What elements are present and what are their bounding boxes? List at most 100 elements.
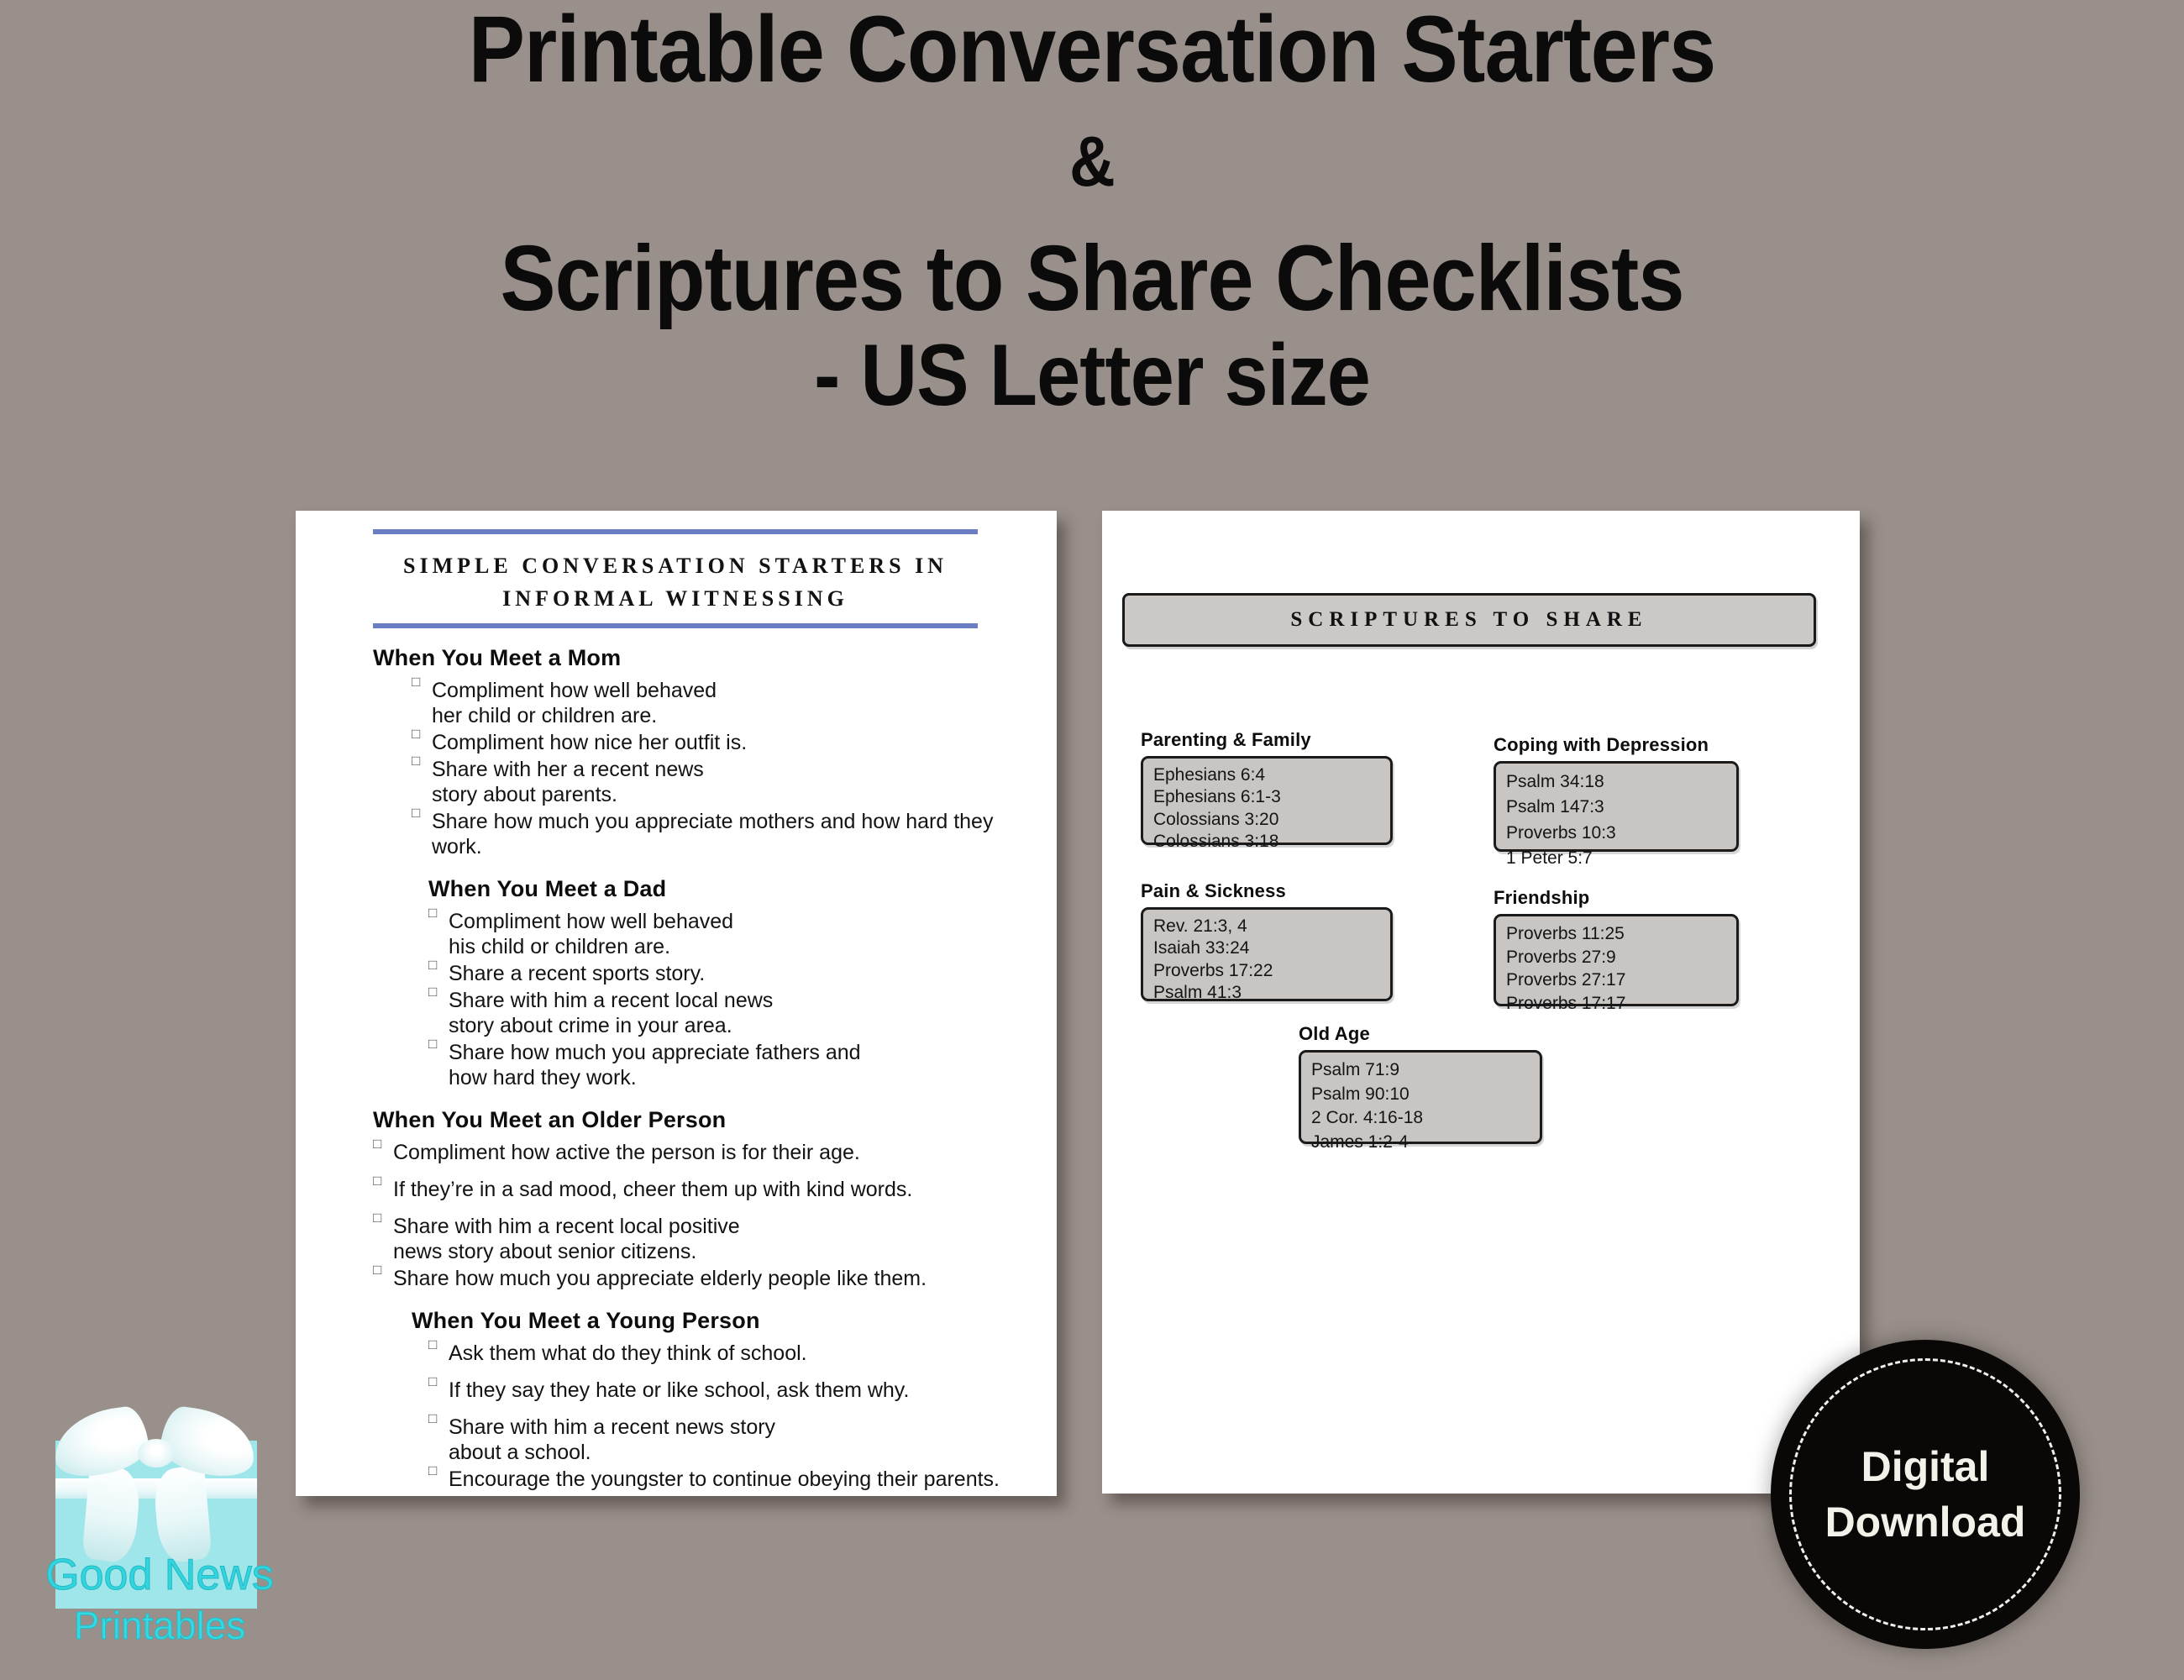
page-title: Printable Conversation Starters & Script… xyxy=(0,0,2184,420)
verse-reference: Proverbs 11:25 xyxy=(1506,924,1625,943)
verse-reference: Proverbs 27:17 xyxy=(1506,970,1626,990)
category-old-age: Old Age Psalm 71:9 Psalm 90:10 2 Cor. 4:… xyxy=(1299,1023,1542,1152)
left-page-content: SIMPLE CONVERSATION STARTERS IN INFORMAL… xyxy=(373,529,1045,1494)
checklist-item[interactable]: □ If they say they hate or like school, a… xyxy=(428,1373,1045,1403)
checklist-item[interactable]: □ Compliment how active the person is for… xyxy=(373,1136,1045,1165)
verse-reference: Psalm 147:3 xyxy=(1506,797,1604,817)
divider-bottom xyxy=(373,623,978,628)
brand-logo: Good News Printables xyxy=(34,1390,286,1659)
title-line-4: - US Letter size xyxy=(814,327,1371,425)
verse-box[interactable]: Psalm 34:18 Psalm 147:3 Proverbs 10:3 1 … xyxy=(1494,761,1739,868)
checkbox-icon[interactable]: □ xyxy=(412,726,420,743)
checkbox-icon[interactable]: □ xyxy=(373,1136,381,1152)
verse-reference: Ephesians 6:1-3 xyxy=(1153,787,1281,807)
category-title: Pain & Sickness xyxy=(1141,880,1286,901)
verse-reference: James 1:2-4 xyxy=(1311,1131,1409,1152)
checklist-item[interactable]: □ Share with him a recent local news stor… xyxy=(428,984,1045,1038)
verse-reference: Psalm 71:9 xyxy=(1311,1060,1400,1079)
checkbox-icon[interactable]: □ xyxy=(428,905,437,921)
checklist-item[interactable]: □ Share how much you appreciate elderly p… xyxy=(373,1262,1045,1291)
category-title: Coping with Depression xyxy=(1494,734,1709,755)
checklist-item[interactable]: □ Share with her a recent news story abou… xyxy=(412,753,1045,807)
verse-reference: 2 Cor. 4:16-18 xyxy=(1311,1108,1424,1128)
checklist-item[interactable]: □ Encourage the youngster to continue obe… xyxy=(428,1462,1045,1492)
scriptures-banner-label: SCRIPTURES TO SHARE xyxy=(1290,608,1648,631)
section-heading-mom: When You Meet a Mom xyxy=(373,645,622,670)
checklist-item-label: Compliment how well behaved his child or… xyxy=(449,910,734,958)
checklist-item-label: Share with her a recent news story about… xyxy=(432,758,704,806)
verse-reference: Proverbs 27:9 xyxy=(1506,947,1616,967)
checkbox-icon[interactable]: □ xyxy=(412,753,420,769)
checklist-item[interactable]: □ Share how much you appreciate fathers a… xyxy=(428,1036,1045,1090)
verse-box[interactable]: Ephesians 6:4 Ephesians 6:1-3 Colossians… xyxy=(1141,756,1393,851)
verse-reference: Proverbs 10:3 xyxy=(1506,822,1616,843)
badge-line-1: Digital xyxy=(1861,1443,1990,1490)
badge-line-2: Download xyxy=(1824,1499,2026,1546)
checklist-item-label: Compliment how active the person is for … xyxy=(393,1141,860,1164)
preview-page-scriptures[interactable]: SCRIPTURES TO SHARE Parenting & Family E… xyxy=(1102,511,1860,1494)
divider-top xyxy=(373,529,978,534)
preview-page-conversation-starters[interactable]: SIMPLE CONVERSATION STARTERS IN INFORMAL… xyxy=(296,511,1057,1496)
digital-download-text: Digital Download xyxy=(1825,1439,2026,1550)
checklist-item-label: Share with him a recent news story about… xyxy=(449,1415,776,1464)
title-line-3: Scriptures to Share Checklists xyxy=(500,226,1684,330)
checklist-item[interactable]: □ Ask them what do they think of school. xyxy=(428,1336,1045,1366)
category-parenting-family: Parenting & Family Ephesians 6:4 Ephesia… xyxy=(1141,729,1393,851)
checklist-item[interactable]: □ If they’re in a sad mood, cheer them up… xyxy=(373,1173,1045,1202)
verse-reference: Colossians 3:18 xyxy=(1153,832,1279,852)
section-heading-older-person: When You Meet an Older Person xyxy=(373,1107,727,1132)
checkbox-icon[interactable]: □ xyxy=(428,1036,437,1053)
verse-reference: Rev. 21:3, 4 xyxy=(1153,916,1247,936)
verse-box[interactable]: Proverbs 11:25 Proverbs 27:9 Proverbs 27… xyxy=(1494,914,1739,1013)
verse-box[interactable]: Psalm 71:9 Psalm 90:10 2 Cor. 4:16-18 Ja… xyxy=(1299,1050,1542,1152)
category-pain-sickness: Pain & Sickness Rev. 21:3, 4 Isaiah 33:2… xyxy=(1141,880,1393,1003)
brand-subtitle: Printables xyxy=(73,1604,246,1648)
checklist-item[interactable]: □ Compliment how well behaved his child o… xyxy=(428,905,1045,959)
checkbox-icon[interactable]: □ xyxy=(412,805,420,822)
checkbox-icon[interactable]: □ xyxy=(428,957,437,974)
left-page-heading: SIMPLE CONVERSATION STARTERS IN INFORMAL… xyxy=(373,549,978,615)
checklist-item-label: Encourage the youngster to continue obey… xyxy=(449,1467,1000,1491)
checklist-item-label: If they’re in a sad mood, cheer them up … xyxy=(393,1178,913,1201)
left-page-heading-line-1: SIMPLE CONVERSATION STARTERS IN xyxy=(403,554,948,578)
checklist-item[interactable]: □ Share how much you appreciate mothers a… xyxy=(412,805,1045,859)
bow-knot-icon xyxy=(138,1439,175,1467)
checklist-item[interactable]: □ Compliment how nice her outfit is. xyxy=(412,726,1045,755)
checklist-item-label: Compliment how nice her outfit is. xyxy=(432,731,748,754)
checklist-item-label: Share with him a recent local positive n… xyxy=(393,1215,740,1263)
checkbox-icon[interactable]: □ xyxy=(373,1262,381,1278)
scriptures-banner: SCRIPTURES TO SHARE xyxy=(1122,593,1816,647)
category-title: Friendship xyxy=(1494,887,1590,908)
checkbox-icon[interactable]: □ xyxy=(428,1462,437,1479)
checklist-item-label: Share with him a recent local news story… xyxy=(449,989,774,1037)
checklist-item[interactable]: □ Share a recent sports story. xyxy=(428,957,1045,986)
verse-reference: Proverbs 17:17 xyxy=(1506,994,1626,1014)
checkbox-icon[interactable]: □ xyxy=(412,674,420,690)
category-title: Parenting & Family xyxy=(1141,729,1311,750)
left-page-heading-line-2: INFORMAL WITNESSING xyxy=(502,586,848,611)
title-line-2: & xyxy=(1069,122,1116,202)
checklist-item-label: Compliment how well behaved her child or… xyxy=(432,679,717,727)
section-heading-dad: When You Meet a Dad xyxy=(428,876,667,901)
checklist-item[interactable]: □ Compliment how well behaved her child o… xyxy=(412,674,1045,728)
category-friendship: Friendship Proverbs 11:25 Proverbs 27:9 … xyxy=(1494,887,1739,1013)
verse-box[interactable]: Rev. 21:3, 4 Isaiah 33:24 Proverbs 17:22… xyxy=(1141,907,1393,1003)
verse-reference: Psalm 41:3 xyxy=(1153,983,1242,1003)
section-heading-young-person: When You Meet a Young Person xyxy=(412,1308,760,1333)
verse-reference: Psalm 90:10 xyxy=(1311,1084,1410,1104)
checklist-item[interactable]: □ Share with him a recent local positive … xyxy=(373,1210,1045,1264)
category-coping-with-depression: Coping with Depression Psalm 34:18 Psalm… xyxy=(1494,734,1739,868)
checkbox-icon[interactable]: □ xyxy=(428,1410,437,1427)
checkbox-icon[interactable]: □ xyxy=(373,1173,381,1189)
verse-reference: 1 Peter 5:7 xyxy=(1506,848,1593,869)
checklist-item-label: Share how much you appreciate elderly pe… xyxy=(393,1267,927,1290)
checkbox-icon[interactable]: □ xyxy=(428,984,437,1000)
checkbox-icon[interactable]: □ xyxy=(428,1373,437,1390)
title-line-1: Printable Conversation Starters xyxy=(468,0,1716,102)
checklist-item[interactable]: □ Share with him a recent news story abou… xyxy=(428,1410,1045,1465)
checkbox-icon[interactable]: □ xyxy=(373,1210,381,1226)
checklist-item-label: Share a recent sports story. xyxy=(449,962,706,985)
brand-name: Good News xyxy=(45,1551,275,1600)
verse-reference: Colossians 3:20 xyxy=(1153,809,1279,829)
checkbox-icon[interactable]: □ xyxy=(428,1336,437,1353)
